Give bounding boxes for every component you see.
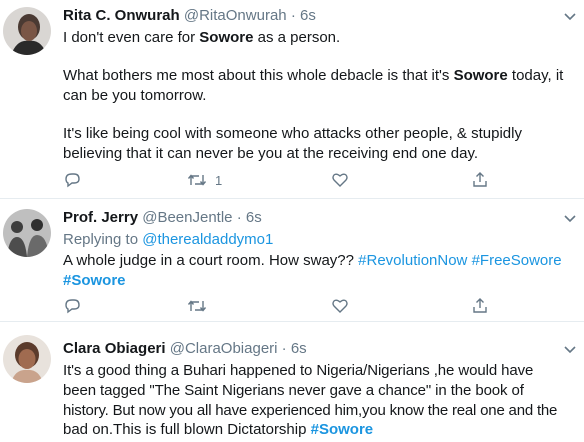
- like-icon: [331, 297, 349, 315]
- reply-target-link[interactable]: @therealdaddymo1: [142, 231, 273, 248]
- share-icon: [471, 297, 489, 315]
- timestamp[interactable]: 6s: [246, 209, 262, 226]
- retweet-icon: [187, 171, 207, 189]
- share-button[interactable]: [471, 297, 489, 315]
- reply-button[interactable]: [63, 297, 81, 315]
- hashtag-link[interactable]: #RevolutionNow: [358, 252, 467, 269]
- hashtag-link[interactable]: #Sowore: [63, 272, 126, 289]
- like-button[interactable]: [331, 171, 349, 189]
- reply-icon: [63, 171, 81, 189]
- retweet-icon: [187, 297, 207, 315]
- user-handle[interactable]: @BeenJentle: [142, 209, 232, 226]
- share-icon: [471, 171, 489, 189]
- hashtag-link[interactable]: #FreeSowore: [472, 252, 562, 269]
- user-handle[interactable]: @RitaOnwurah: [184, 7, 287, 24]
- timestamp[interactable]: 6s: [300, 7, 316, 24]
- like-icon: [331, 171, 349, 189]
- separator-dot: ·: [290, 7, 296, 24]
- timestamp[interactable]: 6s: [291, 340, 307, 357]
- tweet-text-line: A whole judge in a court room. How sway?…: [63, 252, 562, 269]
- chevron-down-icon[interactable]: [563, 10, 577, 24]
- separator-dot: ·: [281, 340, 287, 357]
- tweet-text-line: bad on.This is full blown Dictatorship #…: [63, 421, 374, 438]
- tweet-clara[interactable]: Clara Obiageri @ClaraObiageri · 6s It's …: [0, 322, 584, 442]
- user-handle[interactable]: @ClaraObiageri: [170, 340, 278, 357]
- tweet-actions: [63, 297, 563, 317]
- tweet-text-line: can be you tomorrow.: [63, 87, 207, 104]
- avatar[interactable]: [3, 7, 51, 55]
- chevron-down-icon[interactable]: [563, 343, 577, 357]
- chevron-down-icon[interactable]: [563, 212, 577, 226]
- display-name[interactable]: Rita C. Onwurah: [63, 7, 180, 24]
- replying-to: Replying to @therealdaddymo1: [63, 231, 274, 248]
- tweet-text-line: history. But now you all have experience…: [63, 402, 558, 419]
- tweet-header: Prof. Jerry @BeenJentle · 6s: [63, 208, 262, 228]
- reply-button[interactable]: [63, 171, 81, 189]
- tweet-text-line: #Sowore: [63, 271, 126, 291]
- share-button[interactable]: [471, 171, 489, 189]
- tweet-text-line: I don't even care for Sowore as a person…: [63, 29, 341, 46]
- retweet-button[interactable]: 1: [187, 171, 222, 189]
- tweet-text-line: What bothers me most about this whole de…: [63, 67, 564, 84]
- retweet-button[interactable]: [187, 297, 207, 315]
- tweet-text-line: been tagged "The Saint Nigerians never g…: [63, 382, 524, 399]
- avatar[interactable]: [3, 335, 51, 383]
- display-name[interactable]: Prof. Jerry: [63, 209, 138, 226]
- tweet-text-line: believing that it can never be you at th…: [63, 145, 478, 162]
- display-name[interactable]: Clara Obiageri: [63, 340, 166, 357]
- tweet-text-line: It's a good thing a Buhari happened to N…: [63, 362, 534, 379]
- tweet-header: Rita C. Onwurah @RitaOnwurah · 6s: [63, 6, 316, 26]
- avatar[interactable]: [3, 209, 51, 257]
- tweet-header: Clara Obiageri @ClaraObiageri · 6s: [63, 339, 307, 359]
- tweet-jerry[interactable]: Prof. Jerry @BeenJentle · 6s Replying to…: [0, 199, 584, 322]
- like-button[interactable]: [331, 297, 349, 315]
- tweet-actions: 1: [63, 171, 563, 191]
- tweet-text-line: It's like being cool with someone who at…: [63, 125, 522, 142]
- separator-dot: ·: [236, 209, 242, 226]
- retweet-count: 1: [215, 172, 223, 188]
- reply-icon: [63, 297, 81, 315]
- hashtag-link[interactable]: #Sowore: [311, 421, 374, 438]
- tweet-rita[interactable]: Rita C. Onwurah @RitaOnwurah · 6s I don'…: [0, 0, 584, 199]
